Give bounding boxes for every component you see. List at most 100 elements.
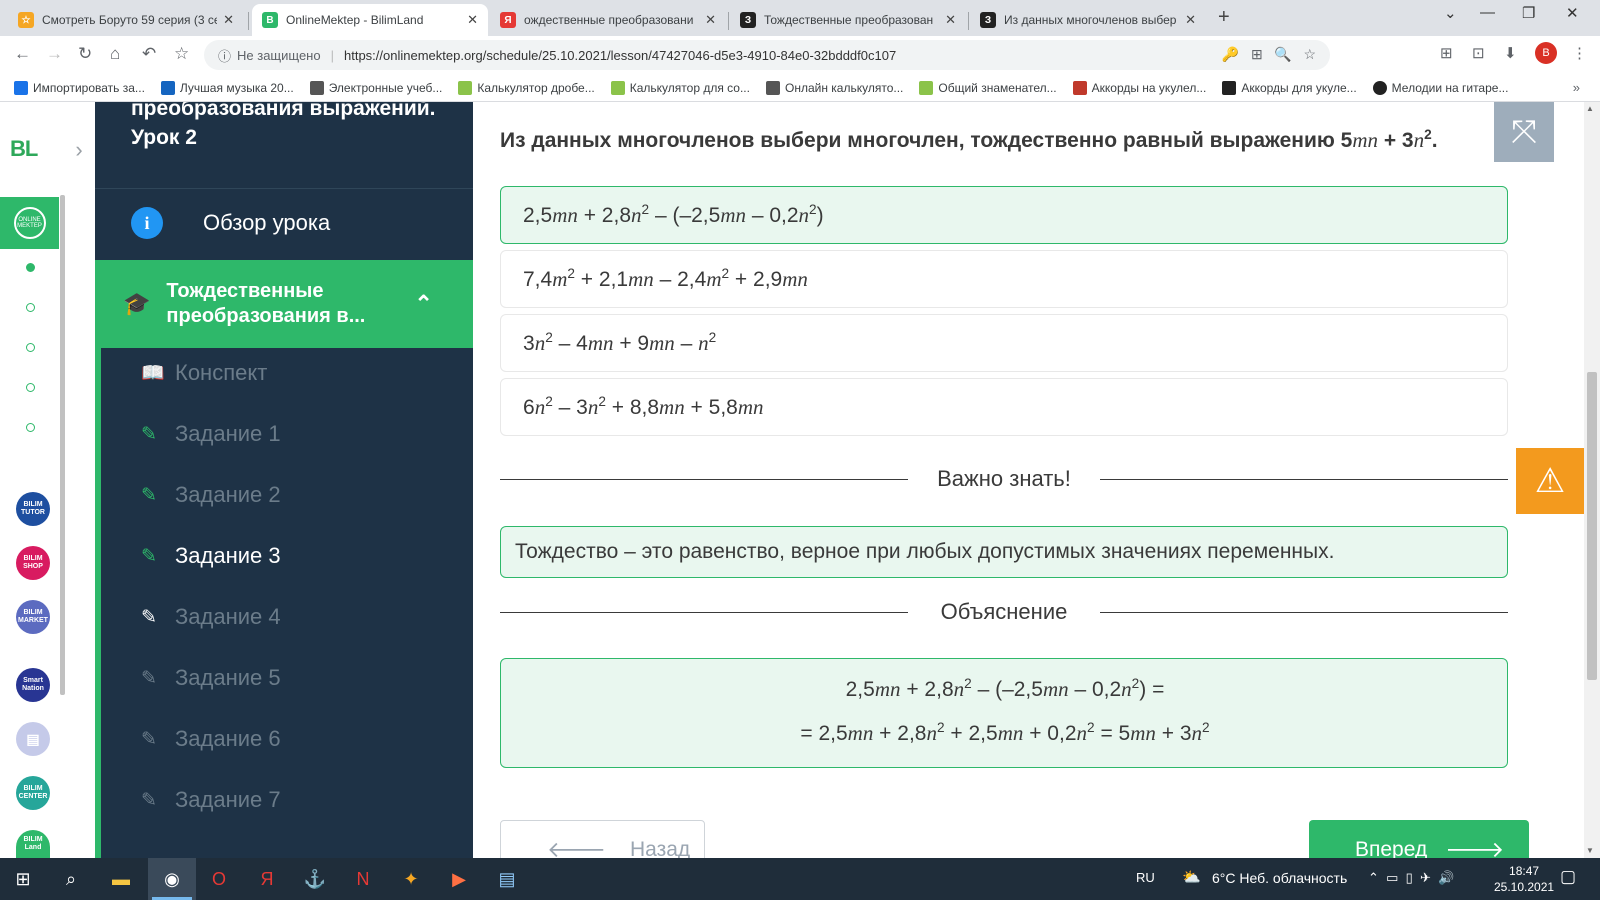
browser-tab-yandex[interactable]: Я ождественные преобразовани ✕: [490, 4, 726, 36]
sidebar-item-task-1[interactable]: ✎ Задание 1: [101, 403, 473, 465]
rail-dot[interactable]: [26, 263, 35, 272]
overview-label: Обзор урока: [203, 210, 331, 235]
new-tab-button[interactable]: +: [1218, 6, 1230, 29]
bookmark-star-icon[interactable]: ☆: [174, 44, 189, 64]
bookmark-item[interactable]: Калькулятор дробе...: [458, 80, 595, 95]
weather-icon: ⛅: [1182, 869, 1201, 886]
bilimland-logo[interactable]: BL: [10, 136, 38, 162]
download-icon[interactable]: ⬇: [1504, 44, 1517, 62]
crop-icon[interactable]: ⊡: [1472, 44, 1485, 62]
rail-dot[interactable]: [26, 383, 35, 392]
answer-option-3[interactable]: 3n2 – 4mn + 9mn – n2: [500, 314, 1508, 372]
minimize-window-icon[interactable]: —: [1480, 4, 1495, 21]
notifications-icon[interactable]: ▢: [1560, 867, 1576, 887]
weather-text[interactable]: 6°C Неб. облачность: [1212, 870, 1347, 886]
forward-nav-icon[interactable]: →: [46, 44, 63, 64]
scroll-up-icon[interactable]: ▲: [1586, 104, 1594, 113]
bookmark-item[interactable]: Импортировать за...: [14, 80, 145, 95]
home-icon[interactable]: ⌂: [110, 44, 120, 64]
restore-window-icon[interactable]: ❐: [1522, 4, 1535, 22]
smart-nation-icon[interactable]: Smart Nation: [16, 668, 50, 702]
answer-option-2[interactable]: 7,4m2 + 2,1mn – 2,4m2 + 2,9mn: [500, 250, 1508, 308]
browser-tab-onlinemektep[interactable]: B OnlineMektep - BilimLand ✕: [252, 4, 488, 36]
back-nav-icon[interactable]: ←: [14, 44, 31, 64]
game-icon[interactable]: ✦: [396, 864, 426, 894]
opera-icon[interactable]: O: [204, 864, 234, 894]
sidebar-item-task-2[interactable]: ✎ Задание 2: [101, 464, 473, 526]
close-tab-icon[interactable]: ✕: [945, 12, 956, 28]
sidebar-item-task-4[interactable]: ✎ Задание 4: [101, 586, 473, 648]
rail-scrollbar[interactable]: [60, 195, 65, 695]
yandex-icon[interactable]: Я: [252, 864, 282, 894]
language-indicator[interactable]: RU: [1136, 870, 1155, 885]
undo-icon[interactable]: ↶: [142, 44, 156, 64]
sidebar-item-task-3[interactable]: ✎ Задание 3: [101, 525, 473, 587]
next-button[interactable]: Вперед 🡒: [1309, 820, 1529, 858]
bilim-center-icon[interactable]: BILIM CENTER: [16, 776, 50, 810]
close-tab-icon[interactable]: ✕: [1185, 12, 1196, 28]
file-explorer-icon[interactable]: ▬: [106, 864, 136, 894]
fullscreen-icon[interactable]: ⤧: [1494, 102, 1554, 162]
bookmark-item[interactable]: Лучшая музыка 20...: [160, 80, 294, 95]
anchor-icon[interactable]: ⚓: [300, 864, 330, 894]
rail-online-mektep[interactable]: ONLINE MEKTEP: [0, 197, 59, 249]
answer-option-1[interactable]: 2,5mn + 2,8n2 – (–2,5mn – 0,2n2): [500, 186, 1508, 244]
chrome-icon[interactable]: ◉: [157, 864, 187, 894]
close-tab-icon[interactable]: ✕: [705, 12, 716, 28]
netflix-icon[interactable]: N: [348, 864, 378, 894]
chevron-up-icon[interactable]: ⌃: [414, 291, 432, 317]
warning-icon[interactable]: ⚠: [1516, 448, 1584, 514]
address-bar[interactable]: ⓘ Не защищено | https://onlinemektep.org…: [204, 40, 1330, 70]
bookmark-item[interactable]: Аккорды для укуле...: [1222, 80, 1357, 95]
sidebar-item-task-7[interactable]: ✎ Задание 7: [101, 769, 473, 831]
bookmarks-more-icon[interactable]: »: [1573, 80, 1580, 95]
omnibox-actions: 🔑 ⊞ 🔍 ☆: [1221, 46, 1316, 62]
rail-dot[interactable]: [26, 423, 35, 432]
bookmark-item[interactable]: Онлайн калькулято...: [765, 80, 903, 95]
media-player-icon[interactable]: ▶: [444, 864, 474, 894]
browser-tab-znanija-1[interactable]: З Тождественные преобразован ✕: [730, 4, 966, 36]
info-icon[interactable]: ⓘ: [218, 46, 231, 65]
reload-icon[interactable]: ↻: [78, 44, 92, 64]
chevron-right-icon[interactable]: ›: [60, 120, 98, 180]
arrow-right-icon: 🡒: [1445, 837, 1505, 858]
section-header[interactable]: 🎓 Тождественные преобразования в... ⌃: [101, 260, 473, 348]
sidebar-item-konspekt[interactable]: 📖 Конспект: [101, 342, 473, 404]
extensions-icon[interactable]: ⊞: [1440, 44, 1453, 62]
notepad-icon[interactable]: ▤: [492, 864, 522, 894]
scroll-down-icon[interactable]: ▼: [1586, 846, 1594, 855]
bookmark-item[interactable]: Электронные учеб...: [309, 80, 442, 95]
search-icon[interactable]: ⌕: [56, 864, 86, 894]
bilimland-icon[interactable]: BILIM Land: [16, 830, 50, 858]
back-button[interactable]: 🡐 Назад: [500, 820, 705, 858]
lesson-overview-item[interactable]: i Обзор урока: [95, 189, 473, 257]
sidebar-item-task-6[interactable]: ✎ Задание 6: [101, 708, 473, 770]
rail-dot[interactable]: [26, 303, 35, 312]
keyboard-icon[interactable]: ▤: [16, 722, 50, 756]
clock[interactable]: 18:47 25.10.2021: [1494, 863, 1554, 895]
bookmark-item[interactable]: Мелодии на гитаре...: [1372, 80, 1508, 95]
bookmark-item[interactable]: Аккорды на укулел...: [1072, 80, 1206, 95]
answer-option-4[interactable]: 6n2 – 3n2 + 8,8mn + 5,8mn: [500, 378, 1508, 436]
menu-icon[interactable]: ⋮: [1572, 44, 1587, 62]
bilim-market-icon[interactable]: BILIM MARKET: [16, 600, 50, 634]
edit-icon: ✎: [141, 545, 157, 567]
close-window-icon[interactable]: ✕: [1566, 4, 1579, 22]
explanation-line-1: 2,5mn + 2,8n2 – (–2,5mn – 0,2n2) =: [845, 675, 1165, 701]
tray-icons[interactable]: ⌃ ▭ ▯ ✈ 🔊: [1368, 870, 1454, 886]
sidebar-item-task-5[interactable]: ✎ Задание 5: [101, 647, 473, 709]
rail-dot[interactable]: [26, 343, 35, 352]
browser-tab-boruto[interactable]: ☆ Смотреть Боруто 59 серия (3 се ✕: [8, 4, 244, 36]
url-text[interactable]: https://onlinemektep.org/schedule/25.10.…: [344, 48, 896, 63]
profile-avatar[interactable]: B: [1535, 42, 1557, 64]
bookmark-item[interactable]: Калькулятор для со...: [610, 80, 750, 95]
bilim-shop-icon[interactable]: BILIM SHOP: [16, 546, 50, 580]
bilim-tutor-icon[interactable]: BILIM TUTOR: [16, 492, 50, 526]
bookmark-item[interactable]: Общий знаменател...: [919, 80, 1057, 95]
tab-search-icon[interactable]: ⌄: [1444, 4, 1457, 22]
windows-start-icon[interactable]: ⊞: [8, 864, 38, 894]
scrollbar-thumb[interactable]: [1587, 372, 1597, 680]
browser-tab-znanija-2[interactable]: З Из данных многочленов выбер ✕: [970, 4, 1206, 36]
close-tab-icon[interactable]: ✕: [467, 12, 478, 28]
close-tab-icon[interactable]: ✕: [223, 12, 234, 28]
